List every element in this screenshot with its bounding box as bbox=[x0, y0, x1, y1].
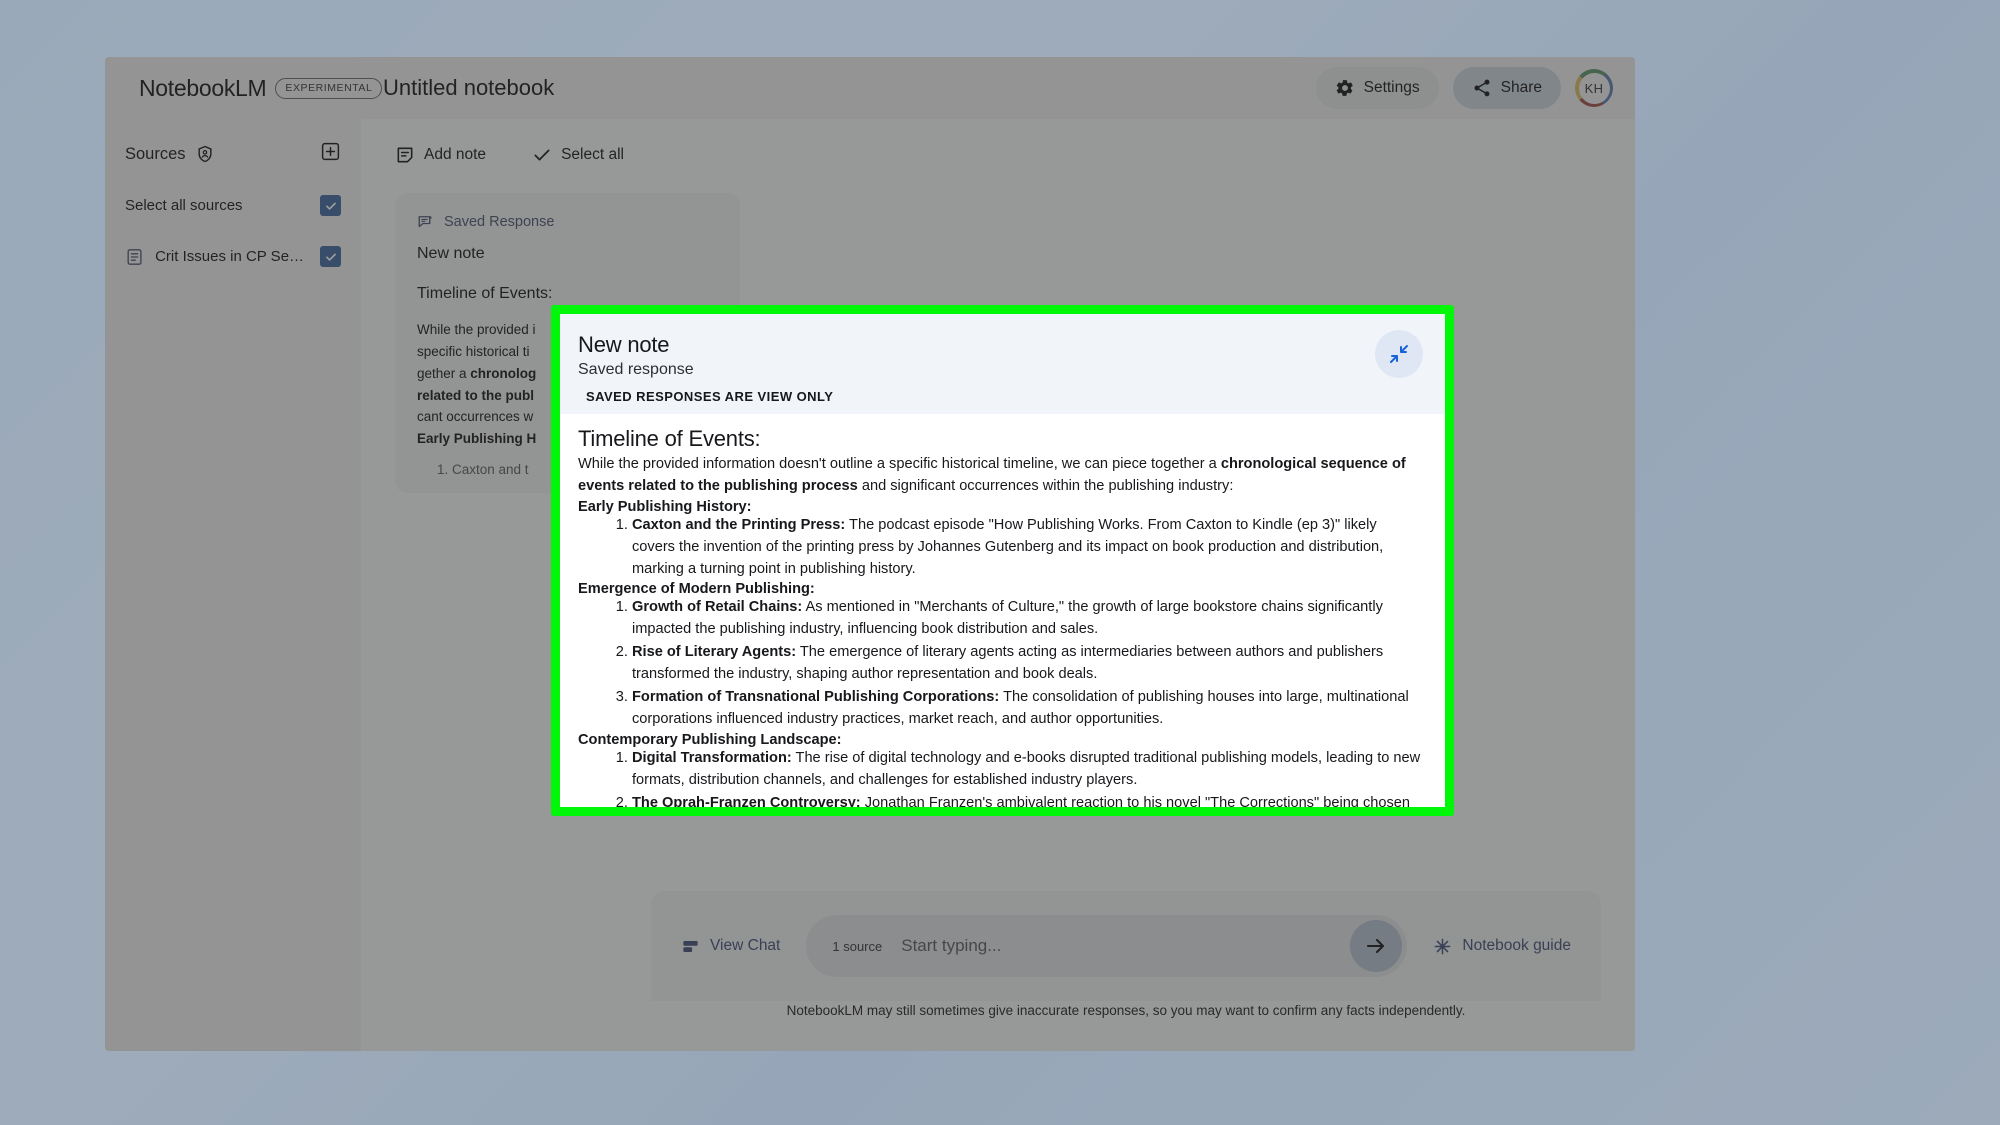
list-item-term: Digital Transformation: bbox=[632, 749, 792, 766]
section-list: Growth of Retail Chains: As mentioned in… bbox=[570, 597, 1423, 730]
select-all-label: Select all bbox=[561, 146, 624, 163]
chat-input-shell: 1 source bbox=[806, 915, 1408, 977]
notebook-title[interactable]: Untitled notebook bbox=[361, 75, 1316, 101]
modal-header: New note Saved response SAVED RESPONSES … bbox=[560, 314, 1445, 414]
send-button[interactable] bbox=[1350, 920, 1403, 972]
modal-title: New note bbox=[578, 332, 670, 357]
chat-bar-wrapper: View Chat 1 source Notebook guide bbox=[651, 891, 1601, 1051]
add-source-icon[interactable] bbox=[320, 141, 341, 167]
list-item-term: Growth of Retail Chains: bbox=[632, 599, 803, 616]
settings-label: Settings bbox=[1363, 79, 1420, 96]
section-heading: Early Publishing History: bbox=[578, 498, 752, 515]
arrow-right-icon bbox=[1367, 938, 1385, 954]
view-only-notice: SAVED RESPONSES ARE VIEW ONLY bbox=[586, 389, 834, 404]
top-bar: NotebookLM EXPERIMENTAL Untitled noteboo… bbox=[105, 57, 1635, 119]
notebook-guide-label: Notebook guide bbox=[1462, 937, 1571, 954]
saved-response-icon bbox=[418, 215, 433, 228]
list-item: Rise of Literary Agents: The emergence o… bbox=[632, 642, 1423, 686]
note-toolbar: Add note Select all bbox=[395, 145, 1601, 165]
top-bar-right: Settings Share KH bbox=[1315, 67, 1635, 109]
notebook-guide-button[interactable]: Notebook guide bbox=[1433, 937, 1571, 956]
sources-title: Sources bbox=[125, 144, 186, 163]
saved-response-label: Saved Response bbox=[444, 214, 555, 230]
chat-bar: View Chat 1 source Notebook guide bbox=[651, 891, 1601, 1001]
list-item-term: Caxton and the Printing Press: bbox=[632, 516, 846, 533]
note-card-title: New note bbox=[417, 245, 485, 262]
document-icon bbox=[127, 248, 142, 265]
app-brand: NotebookLM bbox=[139, 74, 267, 101]
select-all-sources-row[interactable]: Select all sources bbox=[125, 195, 341, 216]
collapse-button[interactable] bbox=[1375, 330, 1423, 378]
select-all-sources-label: Select all sources bbox=[125, 197, 243, 214]
section-heading: Emergence of Modern Publishing: bbox=[578, 581, 815, 598]
top-bar-left: NotebookLM EXPERIMENTAL bbox=[105, 57, 383, 119]
chat-input[interactable] bbox=[901, 915, 1349, 977]
source-title: Crit Issues in CP Semi... bbox=[155, 248, 310, 265]
note-card-heading: Timeline of Events: bbox=[417, 285, 553, 302]
modal-subtitle: Saved response bbox=[578, 361, 694, 378]
list-item: Caxton and the Printing Press: The podca… bbox=[632, 515, 1423, 581]
document-intro: While the provided information doesn't o… bbox=[570, 454, 1423, 498]
sparkle-icon bbox=[1435, 938, 1451, 954]
share-label: Share bbox=[1500, 79, 1542, 96]
collapse-arrows-icon bbox=[1390, 345, 1408, 363]
document-heading: Timeline of Events: bbox=[578, 426, 761, 451]
list-item: Formation of Transnational Publishing Co… bbox=[632, 687, 1423, 731]
list-item: The Oprah-Franzen Controversy: Jonathan … bbox=[632, 793, 1423, 807]
select-all-button[interactable]: Select all bbox=[532, 145, 624, 165]
modal-body[interactable]: Timeline of Events: While the provided i… bbox=[560, 414, 1445, 807]
list-item: Growth of Retail Chains: As mentioned in… bbox=[632, 597, 1423, 641]
view-chat-button[interactable]: View Chat bbox=[681, 937, 780, 956]
share-button[interactable]: Share bbox=[1452, 67, 1561, 109]
saved-response-tag: Saved Response bbox=[417, 213, 718, 231]
intro-part-1: While the provided information doesn't o… bbox=[578, 456, 1221, 472]
source-list-item[interactable]: Crit Issues in CP Semi... bbox=[125, 246, 341, 267]
shield-person-icon bbox=[197, 145, 212, 163]
list-item-term: The Oprah-Franzen Controversy: bbox=[632, 794, 861, 807]
section-list: Digital Transformation: The rise of digi… bbox=[570, 748, 1423, 807]
avatar[interactable]: KH bbox=[1575, 69, 1613, 107]
sidebar: Sources Select all sources Crit Issues i… bbox=[105, 119, 361, 1051]
list-item-term: Formation of Transnational Publishing Co… bbox=[632, 689, 1000, 706]
view-chat-label: View Chat bbox=[710, 937, 781, 954]
saved-response-modal: New note Saved response SAVED RESPONSES … bbox=[551, 305, 1454, 816]
share-nodes-icon bbox=[1474, 79, 1490, 97]
add-note-label: Add note bbox=[424, 146, 487, 163]
list-item: Digital Transformation: The rise of digi… bbox=[632, 748, 1423, 792]
disclaimer-text: NotebookLM may still sometimes give inac… bbox=[786, 1003, 1466, 1018]
gear-icon bbox=[1336, 80, 1353, 96]
check-icon bbox=[325, 253, 336, 261]
sources-header: Sources bbox=[125, 141, 341, 167]
note-icon bbox=[397, 147, 413, 163]
settings-button[interactable]: Settings bbox=[1315, 67, 1439, 109]
section-heading: Contemporary Publishing Landscape: bbox=[578, 731, 842, 748]
check-icon bbox=[534, 149, 550, 161]
section-list: Caxton and the Printing Press: The podca… bbox=[570, 515, 1423, 581]
list-item-term: Rise of Literary Agents: bbox=[632, 644, 797, 661]
avatar-initials: KH bbox=[1578, 72, 1610, 104]
source-checkbox[interactable] bbox=[320, 246, 341, 267]
check-icon bbox=[325, 202, 336, 210]
source-count-chip: 1 source bbox=[832, 938, 883, 954]
intro-part-2: and significant occurrences within the p… bbox=[857, 477, 1234, 494]
chat-panel-icon bbox=[683, 940, 698, 952]
select-all-sources-checkbox[interactable] bbox=[320, 195, 341, 216]
add-note-button[interactable]: Add note bbox=[395, 145, 486, 165]
